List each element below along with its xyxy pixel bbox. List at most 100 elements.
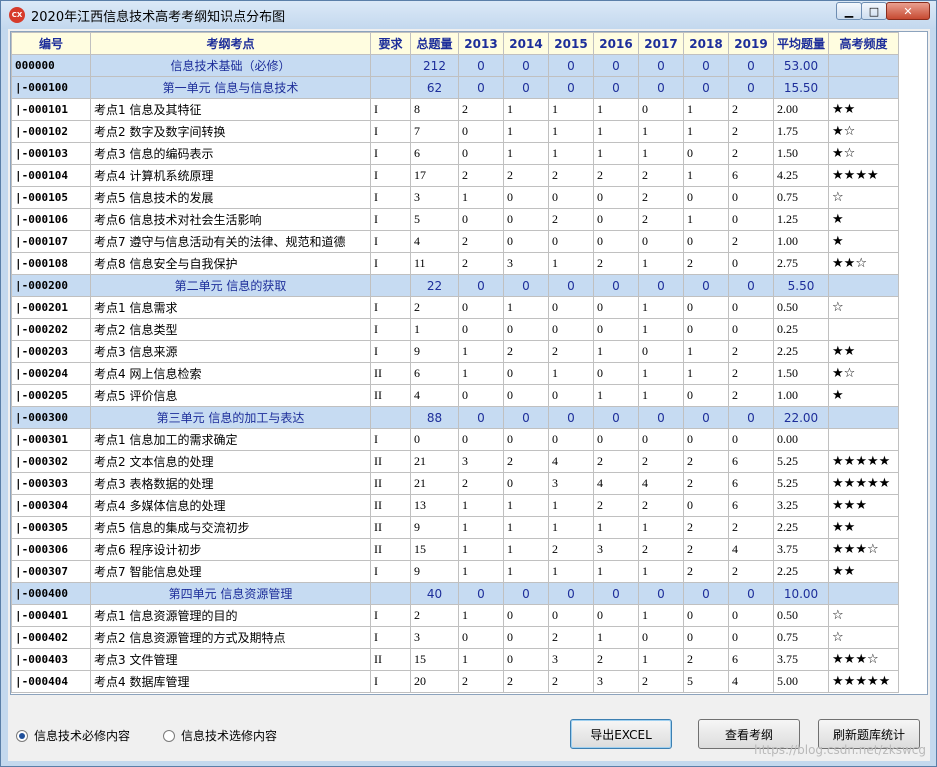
cell-2016: 2 <box>593 648 639 671</box>
section-row[interactable]: |-000200 第二单元 信息的获取 22 0 0 0 0 0 0 0 5.50 <box>11 274 900 297</box>
table-row[interactable]: |-000401 考点1 信息资源管理的目的 I 2 1 0 0 0 1 0 0 0.50 ☆ <box>11 604 900 627</box>
table-row[interactable]: |-000201 考点1 信息需求 I 2 0 1 0 0 1 0 0 0.50 ☆ <box>11 296 900 319</box>
cell-2013: 0 <box>458 428 504 451</box>
cell-requirement: I <box>370 296 411 319</box>
cell-frequency: ★★☆ <box>828 252 900 275</box>
header-2013[interactable]: 2013 <box>458 32 504 55</box>
cell-requirement: I <box>370 560 411 583</box>
table-row[interactable]: |-000402 考点2 信息资源管理的方式及期特点 I 3 0 0 2 1 0 0 0 0.75 ☆ <box>11 626 900 649</box>
cell-2014: 1 <box>503 120 549 143</box>
client-area: 编号 考纲考点 要求 总题量 2013 2014 2015 2016 2017 … <box>8 29 930 761</box>
radio-elective[interactable]: 信息技术选修内容 <box>163 727 277 744</box>
radio-selected-icon[interactable] <box>16 729 28 742</box>
table-row[interactable]: |-000307 考点7 智能信息处理 I 9 1 1 1 1 1 2 2 2.25 ★★ <box>11 560 900 583</box>
table-row[interactable]: |-000102 考点2 数字及数字间转换 I 7 0 1 1 1 1 1 2 1.75 ★☆ <box>11 120 900 143</box>
table-row[interactable]: |-000302 考点2 文本信息的处理 II 21 3 2 4 2 2 2 6 5.25 ★★★★★ <box>11 450 900 473</box>
cell-2015: 1 <box>548 98 594 121</box>
table-row[interactable]: |-000403 考点3 文件管理 II 15 1 0 3 2 1 2 6 3.75 ★★★☆ <box>11 648 900 671</box>
cell-2019: 0 <box>728 186 774 209</box>
header-2015[interactable]: 2015 <box>548 32 594 55</box>
cell-2017: 0 <box>638 98 684 121</box>
header-2016[interactable]: 2016 <box>593 32 639 55</box>
radio-unselected-icon[interactable] <box>163 729 175 742</box>
cell-2016: 3 <box>593 538 639 561</box>
cell-2014: 1 <box>503 560 549 583</box>
table-row[interactable]: |-000301 考点1 信息加工的需求确定 I 0 0 0 0 0 0 0 0 0.00 <box>11 428 900 451</box>
export-excel-button[interactable]: 导出EXCEL <box>570 719 672 749</box>
maximize-button[interactable]: □ <box>861 2 887 20</box>
table-row[interactable]: |-000202 考点2 信息类型 I 1 0 0 0 0 1 0 0 0.25 <box>11 318 900 341</box>
table-row[interactable]: |-000103 考点3 信息的编码表示 I 6 0 1 1 1 1 0 2 1.50 ★☆ <box>11 142 900 165</box>
table-row[interactable]: |-000203 考点3 信息来源 I 9 1 2 2 1 0 1 2 2.25 ★★ <box>11 340 900 363</box>
cell-frequency <box>828 54 900 77</box>
cell-total: 5 <box>410 208 459 231</box>
knowledge-point-grid[interactable]: 编号 考纲考点 要求 总题量 2013 2014 2015 2016 2017 … <box>10 31 928 695</box>
cell-2018: 5 <box>683 670 729 693</box>
header-code[interactable]: 编号 <box>11 32 91 55</box>
cell-2019: 2 <box>728 362 774 385</box>
section-row[interactable]: |-000100 第一单元 信息与信息技术 62 0 0 0 0 0 0 0 15.50 <box>11 76 900 99</box>
header-2017[interactable]: 2017 <box>638 32 684 55</box>
table-row[interactable]: |-000101 考点1 信息及其特征 I 8 2 1 1 1 0 1 2 2.00 ★★ <box>11 98 900 121</box>
section-row[interactable]: |-000400 第四单元 信息资源管理 40 0 0 0 0 0 0 0 10.00 <box>11 582 900 605</box>
cell-average: 0.75 <box>772 186 830 209</box>
header-topic[interactable]: 考纲考点 <box>90 32 371 55</box>
cell-frequency: ★★★ <box>828 494 900 517</box>
cell-2018: 0 <box>683 142 729 165</box>
table-row[interactable]: |-000204 考点4 网上信息检索 II 6 1 0 1 0 1 1 2 1.50 ★☆ <box>11 362 900 385</box>
cell-code: |-000300 <box>11 406 91 429</box>
minimize-button[interactable]: ▁ <box>836 2 862 20</box>
header-2019[interactable]: 2019 <box>728 32 774 55</box>
cell-2018: 0 <box>683 494 729 517</box>
table-row[interactable]: |-000107 考点7 遵守与信息活动有关的法律、规范和道德 I 4 2 0 0 0 0 0 2 1… <box>11 230 900 253</box>
cell-requirement: I <box>370 186 411 209</box>
cell-2016: 2 <box>593 450 639 473</box>
section-row[interactable]: |-000300 第三单元 信息的加工与表达 88 0 0 0 0 0 0 0 22.00 <box>11 406 900 429</box>
cell-frequency: ★★ <box>828 98 900 121</box>
radio-required[interactable]: 信息技术必修内容 <box>16 727 130 744</box>
header-2018[interactable]: 2018 <box>683 32 729 55</box>
cell-2014: 1 <box>503 538 549 561</box>
cell-2017: 1 <box>638 648 684 671</box>
cell-2013: 1 <box>458 186 504 209</box>
cell-topic: 考点6 信息技术对社会生活影响 <box>90 208 371 231</box>
cell-topic: 考点5 评价信息 <box>90 384 371 407</box>
header-frequency[interactable]: 高考频度 <box>828 32 900 55</box>
table-row[interactable]: |-000106 考点6 信息技术对社会生活影响 I 5 0 0 2 0 2 1 0 1.25 ★ <box>11 208 900 231</box>
cell-total: 88 <box>410 406 459 429</box>
cell-total: 2 <box>410 296 459 319</box>
cell-2016: 0 <box>593 186 639 209</box>
cell-requirement <box>370 274 411 297</box>
table-row[interactable]: |-000306 考点6 程序设计初步 II 15 1 1 2 3 2 2 4 3.75 ★★★☆ <box>11 538 900 561</box>
table-row[interactable]: |-000305 考点5 信息的集成与交流初步 II 9 1 1 1 1 1 2 2 2.25 ★★ <box>11 516 900 539</box>
table-row[interactable]: |-000108 考点8 信息安全与自我保护 I 11 2 3 1 2 1 2 0 2.75 ★★☆ <box>11 252 900 275</box>
table-row[interactable]: |-000205 考点5 评价信息 II 4 0 0 0 1 1 0 2 1.00 ★ <box>11 384 900 407</box>
cell-2015: 2 <box>548 208 594 231</box>
table-row[interactable]: |-000404 考点4 数据库管理 I 20 2 2 2 3 2 5 4 5.00 ★★★★★ <box>11 670 900 693</box>
title-bar[interactable]: CX 2020年江西信息技术高考考纲知识点分布图 ▁ □ ✕ <box>1 1 936 29</box>
watermark-text: https://blog.csdn.net/zkswcg <box>754 743 926 757</box>
table-row[interactable]: |-000304 考点4 多媒体信息的处理 II 13 1 1 1 2 2 0 6 3.25 ★★★ <box>11 494 900 517</box>
cell-2015: 0 <box>548 384 594 407</box>
cell-frequency: ★☆ <box>828 142 900 165</box>
cell-2019: 2 <box>728 142 774 165</box>
table-row[interactable]: |-000303 考点3 表格数据的处理 II 21 2 0 3 4 4 2 6 5.25 ★★★★★ <box>11 472 900 495</box>
cell-requirement: I <box>370 340 411 363</box>
header-2014[interactable]: 2014 <box>503 32 549 55</box>
cell-average: 3.75 <box>772 648 830 671</box>
table-row[interactable]: |-000104 考点4 计算机系统原理 I 17 2 2 2 2 2 1 6 4.25 ★★★★ <box>11 164 900 187</box>
cell-2017: 0 <box>638 54 684 77</box>
cell-frequency <box>828 582 900 605</box>
cell-average: 2.25 <box>772 340 830 363</box>
cell-code: |-000401 <box>11 604 91 627</box>
header-requirement[interactable]: 要求 <box>370 32 411 55</box>
table-row[interactable]: |-000105 考点5 信息技术的发展 I 3 1 0 0 0 2 0 0 0.75 ☆ <box>11 186 900 209</box>
close-button[interactable]: ✕ <box>886 2 930 20</box>
cell-2015: 0 <box>548 296 594 319</box>
cell-2016: 2 <box>593 164 639 187</box>
cell-code: |-000108 <box>11 252 91 275</box>
header-total[interactable]: 总题量 <box>410 32 459 55</box>
section-row[interactable]: 000000 信息技术基础（必修） 212 0 0 0 0 0 0 0 53.00 <box>11 54 900 77</box>
cell-2014: 2 <box>503 670 549 693</box>
header-average[interactable]: 平均题量 <box>772 32 830 55</box>
